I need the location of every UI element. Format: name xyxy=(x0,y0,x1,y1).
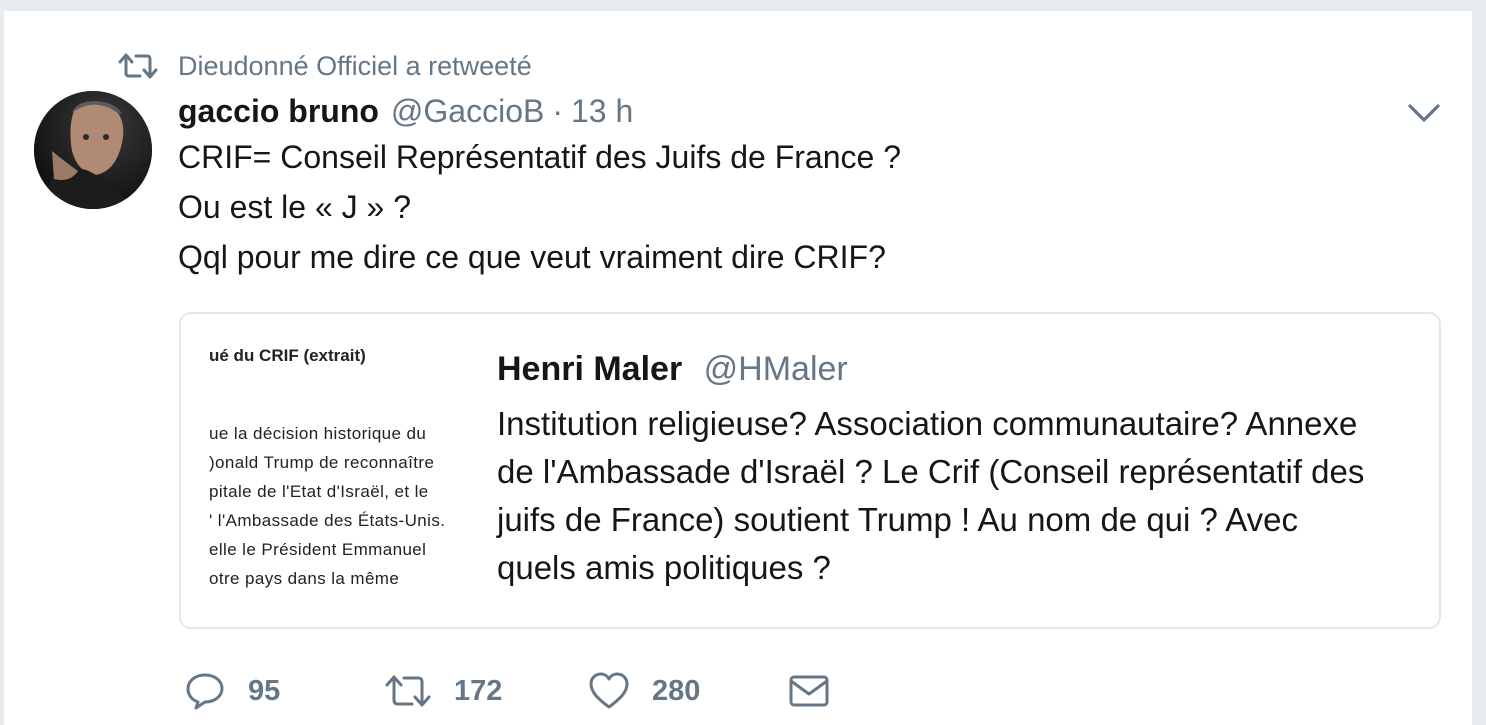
quoted-tweet[interactable]: ué du CRIF (extrait) ue la décision hist… xyxy=(179,312,1441,629)
retweet-icon xyxy=(385,675,431,707)
image-doc-title: ué du CRIF (extrait) xyxy=(209,346,366,365)
tweet-header: gaccio bruno @GaccioB · 13 h xyxy=(178,89,633,133)
like-count: 280 xyxy=(652,674,701,707)
quoted-text-line: Institution religieuse? Association comm… xyxy=(497,405,1358,442)
quoted-author-handle: @HMaler xyxy=(703,350,848,388)
tweet-text-line: CRIF= Conseil Représentatif des Juifs de… xyxy=(178,139,901,175)
like-button[interactable]: 280 xyxy=(588,667,700,715)
tweet-timestamp[interactable]: 13 h xyxy=(571,93,633,130)
tweet-text-line: Ou est le « J » ? xyxy=(178,189,412,225)
image-doc-line: ' l'Ambassade des États-Unis. xyxy=(209,511,446,530)
image-doc-line: otre pays dans la même xyxy=(209,569,400,588)
retweet-context-text[interactable]: Dieudonné Officiel a retweeté xyxy=(178,51,532,82)
avatar[interactable] xyxy=(34,91,152,209)
quoted-author-name: Henri Maler xyxy=(497,350,683,388)
heart-icon xyxy=(589,672,629,709)
author-name[interactable]: gaccio bruno xyxy=(178,93,379,130)
image-doc-line: )onald Trump de reconnaître xyxy=(209,453,435,472)
quoted-text-line: de l'Ambassade d'Israël ? Le Crif (Conse… xyxy=(497,453,1365,490)
retweet-count: 172 xyxy=(454,674,503,707)
author-handle[interactable]: @GaccioB xyxy=(391,93,544,130)
chevron-down-icon xyxy=(1408,104,1440,122)
quoted-text-line: quels amis politiques ? xyxy=(497,549,831,586)
separator-dot: · xyxy=(552,92,563,129)
tweet-card[interactable]: Dieudonné Officiel a retweeté gaccio bru… xyxy=(4,10,1472,725)
retweet-icon xyxy=(118,51,158,81)
retweet-context: Dieudonné Officiel a retweeté xyxy=(118,49,532,83)
image-doc-line: elle le Président Emmanuel xyxy=(209,540,427,559)
direct-message-button[interactable] xyxy=(788,667,830,715)
image-doc-line: pitale de l'Etat d'Israël, et le xyxy=(209,482,429,501)
quoted-tweet-header: Henri Maler @HMaler xyxy=(497,350,848,389)
reply-count: 95 xyxy=(248,674,281,707)
envelope-icon xyxy=(789,675,829,707)
quoted-tweet-text: Institution religieuse? Association comm… xyxy=(497,400,1427,592)
image-doc-line: ue la décision historique du xyxy=(209,424,427,443)
retweet-button[interactable]: 172 xyxy=(384,667,502,715)
reply-button[interactable]: 95 xyxy=(184,667,280,715)
more-options-button[interactable] xyxy=(1404,97,1444,127)
reply-icon xyxy=(186,673,224,710)
tweet-text-line: Qql pour me dire ce que veut vraiment di… xyxy=(178,239,886,275)
quoted-tweet-image[interactable]: ué du CRIF (extrait) ue la décision hist… xyxy=(209,340,471,590)
quoted-text-line: juifs de France) soutient Trump ! Au nom… xyxy=(497,501,1298,538)
